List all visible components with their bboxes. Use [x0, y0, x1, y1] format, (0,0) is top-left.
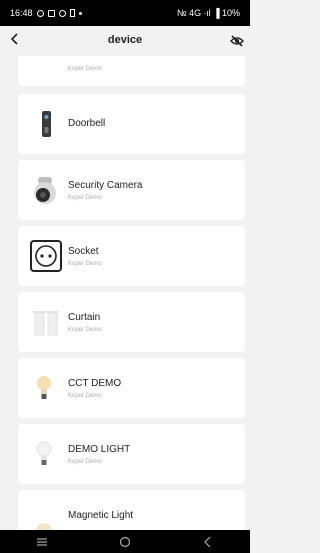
device-subtitle: Koper Demo	[68, 393, 102, 399]
header: device	[0, 26, 250, 56]
system-nav-bar	[0, 530, 250, 553]
page-title: device	[107, 34, 143, 46]
device-card-magnetic-light[interactable]: Magnetic Light	[18, 490, 245, 530]
hide-button[interactable]	[230, 34, 244, 47]
device-subtitle: Koper Demo	[68, 327, 102, 333]
device-name: Magnetic Light	[68, 510, 134, 521]
status-right: № 4G ∙ıl ▐ 10%	[177, 8, 240, 18]
device-list[interactable]: Koper Demo Doorbell Security Camera Kope…	[0, 56, 250, 530]
device-card-doorbell[interactable]: Doorbell	[18, 94, 245, 154]
curtain-icon	[29, 305, 63, 339]
device-card-socket[interactable]: Socket Koper Demo	[18, 226, 245, 286]
bulb-icon	[29, 437, 63, 471]
device-card-demo-light[interactable]: DEMO LIGHT Koper Demo	[18, 424, 245, 484]
device-subtitle: Koper Demo	[68, 195, 102, 201]
home-button[interactable]	[115, 535, 135, 549]
instagram-icon	[47, 9, 55, 17]
eye-off-icon	[230, 35, 244, 47]
device-name: Curtain	[68, 312, 101, 323]
home-circle-icon	[119, 536, 131, 547]
device-subtitle: Koper Demo	[68, 66, 102, 72]
socket-icon	[29, 239, 63, 273]
device-name: CCT DEMO	[68, 378, 122, 389]
device-card-cct-demo[interactable]: CCT DEMO Koper Demo	[18, 358, 245, 418]
status-bar: 16:48 № 4G ∙ıl ▐ 10%	[0, 0, 250, 26]
status-time: 16:48	[10, 8, 33, 18]
device-name: Doorbell	[68, 118, 106, 129]
device-subtitle: Koper Demo	[68, 261, 102, 267]
status-indicators: № 4G ∙ıl ▐ 10%	[176, 8, 240, 18]
battery-saver-icon	[69, 9, 75, 17]
bulb-icon	[29, 371, 63, 405]
notification-dot-icon	[78, 11, 82, 15]
camera-icon	[29, 173, 63, 207]
device-card-security-camera[interactable]: Security Camera Koper Demo	[18, 160, 245, 220]
recents-button[interactable]	[32, 535, 52, 549]
device-icon	[29, 56, 63, 82]
device-name: Socket	[68, 246, 99, 257]
magnetic-light-icon	[29, 503, 63, 530]
device-card[interactable]: Koper Demo	[18, 56, 245, 86]
messenger-icon	[58, 9, 66, 17]
whatsapp-icon	[36, 9, 44, 17]
device-name: Security Camera	[68, 180, 143, 191]
back-arrow-icon	[204, 536, 211, 547]
menu-icon	[36, 537, 47, 546]
device-name: DEMO LIGHT	[68, 444, 131, 455]
device-card-curtain[interactable]: Curtain Koper Demo	[18, 292, 245, 352]
doorbell-icon	[29, 107, 63, 141]
device-subtitle: Koper Demo	[68, 459, 102, 465]
status-left: 16:48	[10, 8, 82, 18]
back-nav-button[interactable]	[198, 535, 218, 549]
